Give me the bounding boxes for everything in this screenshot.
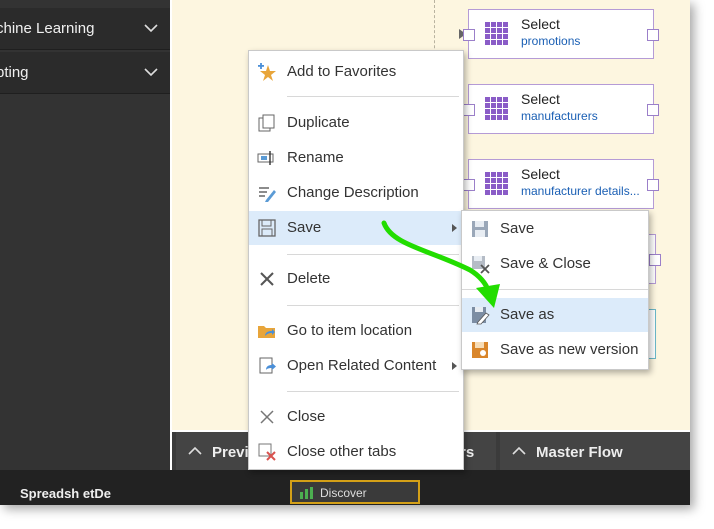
sidebar: chine Learning pting <box>0 0 170 470</box>
submenu-item-label: Save as <box>500 306 555 323</box>
document-tab-spreadsheet[interactable]: Spreadsh etDe <box>20 486 111 501</box>
sidebar-item-label: chine Learning <box>0 20 95 37</box>
tab-label: Master Flow <box>536 444 623 461</box>
menu-item-change-description[interactable]: Change Description <box>249 176 463 210</box>
flow-node-select-manufacturer-details[interactable]: Select manufacturer details... <box>463 159 659 209</box>
close-tabs-icon <box>258 443 276 461</box>
submenu-item-label: Save <box>500 220 535 237</box>
menu-item-duplicate[interactable]: Duplicate <box>249 106 463 140</box>
input-port[interactable] <box>463 179 475 191</box>
flow-node-select-manufacturers[interactable]: Select manufacturers <box>463 84 659 134</box>
star-plus-icon <box>258 63 276 81</box>
save-close-icon <box>472 256 490 274</box>
menu-separator <box>287 391 459 392</box>
save-icon <box>472 221 488 237</box>
tab-master-flow[interactable]: Master Flow <box>500 432 690 470</box>
menu-item-label: Rename <box>287 149 344 166</box>
close-icon <box>260 410 274 424</box>
menu-separator <box>462 289 648 290</box>
node-title: Select <box>521 16 560 32</box>
document-tab-bar: Spreadsh etDe Discover <box>0 470 690 505</box>
output-port[interactable] <box>647 179 659 191</box>
save-new-version-icon <box>472 342 488 358</box>
chevron-down-icon <box>144 68 158 77</box>
submenu-item-label: Save as new version <box>500 341 639 358</box>
save-icon <box>258 219 276 237</box>
duplicate-icon <box>258 114 275 132</box>
folder-location-icon <box>258 326 275 338</box>
table-grid-icon <box>485 97 508 120</box>
submenu-item-label: Save & Close <box>500 255 591 272</box>
menu-item-close[interactable]: Close <box>249 400 463 434</box>
submenu-item-save-and-close[interactable]: Save & Close <box>462 247 648 281</box>
node-title: Select <box>521 166 560 182</box>
menu-item-label: Duplicate <box>287 114 350 131</box>
menu-item-label: Save <box>287 219 322 236</box>
menu-item-label: Add to Favorites <box>287 63 397 80</box>
flow-node-select-promotions[interactable]: Select promotions <box>463 9 659 59</box>
save-submenu: Save Save & Close Save as Save as new ve… <box>461 210 649 370</box>
node-subtitle: promotions <box>521 34 581 48</box>
menu-separator <box>287 305 459 306</box>
menu-item-delete[interactable]: Delete <box>249 262 463 296</box>
menu-separator <box>287 96 459 97</box>
output-port[interactable] <box>647 104 659 116</box>
chevron-up-icon <box>188 446 202 455</box>
node-subtitle: manufacturers <box>521 109 598 123</box>
menu-item-label: Close <box>287 408 326 425</box>
sidebar-item-scripting[interactable]: pting <box>0 52 170 94</box>
menu-item-open-related-content[interactable]: Open Related Content <box>249 349 463 383</box>
node-title: Select <box>521 91 560 107</box>
input-port[interactable] <box>463 29 475 41</box>
table-grid-icon <box>485 22 508 45</box>
table-grid-icon <box>485 172 508 195</box>
menu-item-label: Go to item location <box>287 322 413 339</box>
related-content-icon <box>259 357 276 374</box>
output-port[interactable] <box>647 29 659 41</box>
menu-item-label: Close other tabs <box>287 443 397 460</box>
node-subtitle: manufacturer details... <box>521 184 640 198</box>
submenu-item-save-as[interactable]: Save as <box>462 298 648 332</box>
sidebar-item-label: pting <box>0 64 29 81</box>
submenu-arrow-icon <box>452 224 457 232</box>
context-menu: Add to Favorites Duplicate Rename Change… <box>248 50 464 470</box>
menu-item-label: Change Description <box>287 184 419 201</box>
document-tab-discover[interactable]: Discover <box>290 480 420 504</box>
menu-item-rename[interactable]: Rename <box>249 141 463 175</box>
menu-item-label: Delete <box>287 270 331 287</box>
submenu-item-save-as-new-version[interactable]: Save as new version <box>462 333 648 367</box>
output-port[interactable] <box>649 254 661 266</box>
tab-parameters[interactable]: rs <box>460 432 496 470</box>
menu-separator <box>287 254 459 255</box>
bar-chart-icon <box>300 487 313 499</box>
menu-item-label: Open Related Content <box>287 357 437 374</box>
input-port[interactable] <box>463 104 475 116</box>
save-as-icon <box>472 307 490 325</box>
rename-icon <box>257 151 274 165</box>
edit-description-icon <box>259 187 276 202</box>
chevron-up-icon <box>512 446 526 455</box>
delete-icon <box>260 272 274 286</box>
chevron-down-icon <box>144 24 158 33</box>
menu-item-add-to-favorites[interactable]: Add to Favorites <box>249 55 463 89</box>
sidebar-item-machine-learning[interactable]: chine Learning <box>0 8 170 50</box>
document-tab-label: Discover <box>320 486 367 500</box>
submenu-item-save[interactable]: Save <box>462 212 648 246</box>
menu-item-save[interactable]: Save <box>249 211 463 245</box>
menu-item-close-other-tabs[interactable]: Close other tabs <box>249 435 463 469</box>
submenu-arrow-icon <box>452 362 457 370</box>
menu-item-go-to-location[interactable]: Go to item location <box>249 314 463 348</box>
